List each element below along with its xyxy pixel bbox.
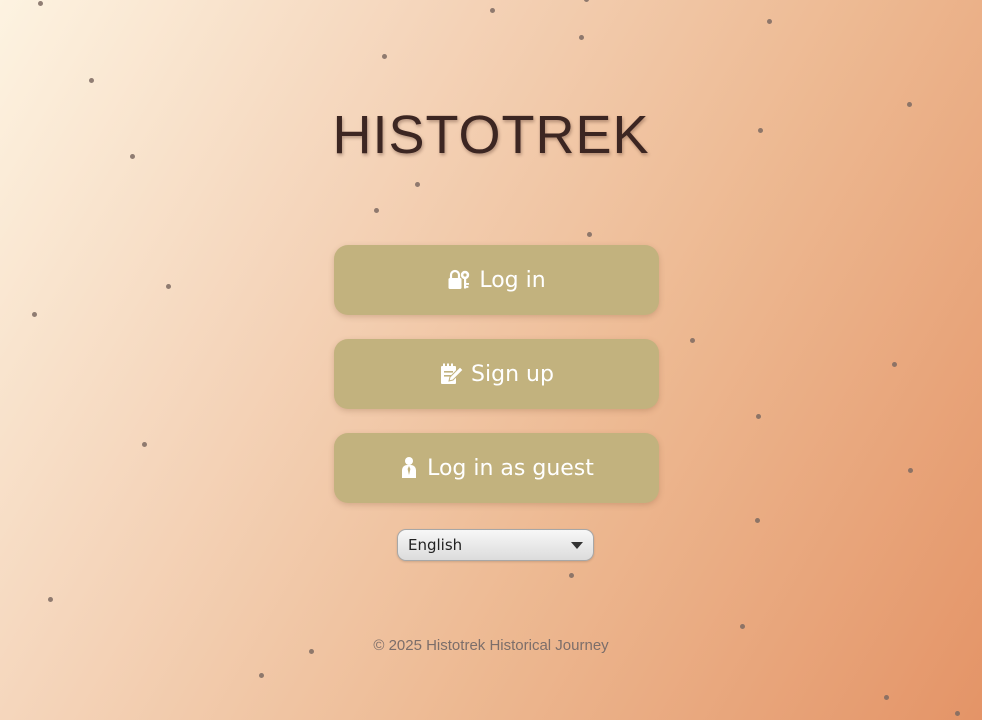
footer-copyright: © 2025 Histotrek Historical Journey [373,637,609,654]
dot [690,338,695,343]
dot [584,0,589,2]
dot [374,208,379,213]
dot [490,8,495,13]
dot [756,414,761,419]
dot [259,673,264,678]
dot [892,362,897,367]
dot [48,597,53,602]
guest-login-button-label: Log in as guest [427,455,594,481]
dot [89,78,94,83]
dot [38,1,43,6]
language-selected-value: English [408,536,463,554]
dot [587,232,592,237]
dot [382,54,387,59]
dot [884,695,889,700]
dot [908,468,913,473]
notepad-pencil-icon [439,362,464,386]
language-select[interactable]: English [397,529,594,561]
signup-button[interactable]: Sign up [334,339,659,409]
dot [579,35,584,40]
person-icon [399,456,419,480]
signup-button-label: Sign up [471,361,554,387]
dot [166,284,171,289]
lock-key-icon [447,269,471,291]
chevron-down-icon [571,542,583,549]
dot [955,711,960,716]
dot [755,518,760,523]
dot [767,19,772,24]
login-button-label: Log in [479,267,546,293]
dot [32,312,37,317]
guest-login-button[interactable]: Log in as guest [334,433,659,503]
dot [415,182,420,187]
login-button[interactable]: Log in [334,245,659,315]
dot [740,624,745,629]
app-title: HISTOTREK [332,105,650,165]
dot [142,442,147,447]
dot [569,573,574,578]
